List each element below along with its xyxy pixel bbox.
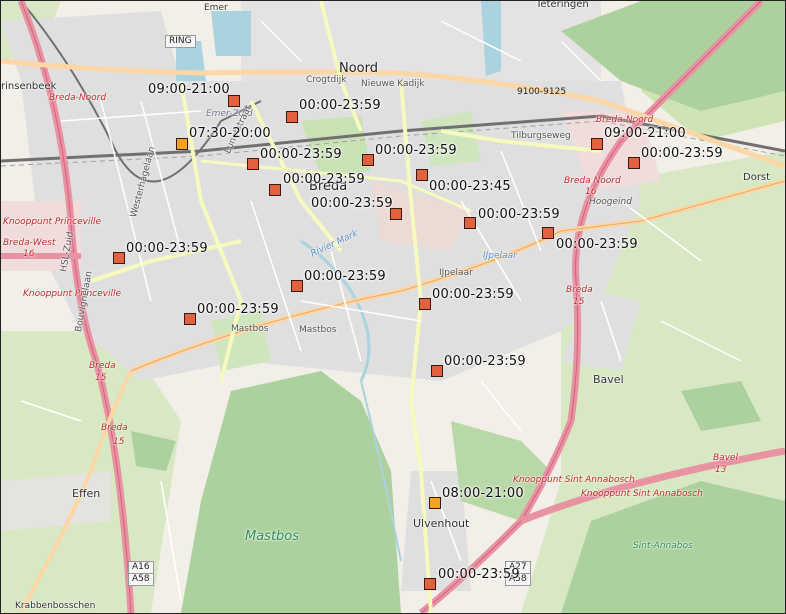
junction-number-16-north: 16 bbox=[585, 187, 597, 197]
shop-marker[interactable] bbox=[419, 298, 431, 310]
opening-hours-label: 00:00-23:59 bbox=[197, 302, 279, 317]
road-label-ijpelaar-2: IJpelaar bbox=[483, 251, 517, 261]
shop-marker[interactable] bbox=[628, 157, 640, 169]
junction-label-breda-noord-right: Breda-Noord bbox=[596, 115, 654, 125]
opening-hours-label: 00:00-23:59 bbox=[283, 172, 365, 187]
shop-marker[interactable] bbox=[424, 578, 436, 590]
shop-marker[interactable] bbox=[113, 252, 125, 264]
place-label-ulvenhout: Ulvenhout bbox=[413, 517, 470, 530]
opening-hours-label: 00:00-23:59 bbox=[556, 237, 638, 252]
road-shield-a58: A58 bbox=[128, 573, 154, 586]
shop-marker[interactable] bbox=[269, 184, 281, 196]
road-label-nieuwe-kadijk: Nieuwe Kadijk bbox=[361, 79, 425, 89]
shop-marker[interactable] bbox=[362, 154, 374, 166]
opening-hours-label: 00:00-23:45 bbox=[429, 179, 511, 194]
opening-hours-label: 00:00-23:59 bbox=[438, 567, 520, 582]
junction-label-knooppunt-sint-annabosch-2: Knooppunt Sint Annabosch bbox=[581, 489, 703, 499]
opening-hours-label: 08:00-21:00 bbox=[442, 486, 524, 501]
place-label-bavel: Bavel bbox=[593, 373, 624, 386]
shop-marker[interactable] bbox=[291, 280, 303, 292]
opening-hours-label: 07:30-20:00 bbox=[189, 126, 271, 141]
forest-label-sint-annabos: Sint-Annabos bbox=[633, 541, 693, 551]
junction-number-16-west: 16 bbox=[23, 249, 35, 259]
junction-label-breda-noord-left: Breda-Noord bbox=[49, 93, 107, 103]
place-label-teteringen: Teteringen bbox=[536, 0, 589, 10]
opening-hours-label: 00:00-23:59 bbox=[375, 143, 457, 158]
opening-hours-label: 00:00-23:59 bbox=[432, 287, 514, 302]
place-label-dorst: Dorst bbox=[743, 172, 771, 183]
road-shield-ring: RING bbox=[165, 35, 196, 48]
shop-marker[interactable] bbox=[431, 365, 443, 377]
junction-label-bavel: Bavel bbox=[713, 453, 739, 463]
junction-label-knooppunt-princeville-2: Knooppunt Princeville bbox=[23, 289, 122, 299]
place-label-effen: Effen bbox=[72, 487, 101, 500]
road-label-ijpelaar: IJpelaar bbox=[439, 268, 473, 278]
shop-marker[interactable] bbox=[464, 217, 476, 229]
junction-label-breda-left: Breda bbox=[89, 361, 116, 371]
road-label-mastbos: Mastbos bbox=[231, 324, 269, 334]
opening-hours-label: 09:00-21:00 bbox=[148, 82, 230, 97]
junction-number-15-left: 15 bbox=[113, 437, 125, 447]
fuel-marker[interactable] bbox=[429, 497, 441, 509]
junction-number-13: 13 bbox=[715, 465, 727, 475]
shop-marker[interactable] bbox=[286, 111, 298, 123]
opening-hours-label: 00:00-23:59 bbox=[444, 354, 526, 369]
opening-hours-label: 00:00-23:59 bbox=[299, 98, 381, 113]
opening-hours-label: 00:00-23:59 bbox=[304, 269, 386, 284]
fuel-marker[interactable] bbox=[176, 138, 188, 150]
road-label-crogtdijk: Crogtdijk bbox=[306, 75, 347, 85]
place-label-emer: Emer bbox=[204, 3, 228, 13]
opening-hours-label: 00:00-23:59 bbox=[311, 196, 393, 211]
place-label-prinsenbeek: rinsenbeek bbox=[1, 81, 57, 92]
road-label-tilburgseweg: Tilburgseweg bbox=[511, 131, 571, 141]
district-label-hoogeind: Hoogeind bbox=[589, 197, 632, 207]
forest-label-mastbos: Mastbos bbox=[245, 529, 300, 544]
junction-label-knooppunt-princeville: Knooppunt Princeville bbox=[3, 217, 102, 227]
road-label-ring-code: 9100-9125 bbox=[517, 87, 567, 97]
junction-label-knooppunt-sint-annabosch: Knooppunt Sint Annabosch bbox=[513, 475, 635, 485]
junction-label-breda-noord-16: Breda Noord bbox=[564, 176, 621, 186]
junction-number-15-right: 15 bbox=[573, 297, 585, 307]
opening-hours-label: 00:00-23:59 bbox=[126, 241, 208, 256]
place-label-krabbenbosschen: Krabbenbosschen bbox=[15, 601, 96, 611]
opening-hours-label: 00:00-23:59 bbox=[641, 146, 723, 161]
opening-hours-label: 00:00-23:59 bbox=[260, 147, 342, 162]
opening-hours-label: 09:00-21:00 bbox=[604, 126, 686, 141]
shop-marker[interactable] bbox=[542, 227, 554, 239]
junction-label-breda-left-2: Breda bbox=[101, 423, 128, 433]
place-label-noord: Noord bbox=[339, 61, 378, 76]
road-label-mastbos-2: Mastbos bbox=[299, 325, 337, 335]
opening-hours-label: 00:00-23:59 bbox=[478, 207, 560, 222]
junction-number-15-left-2: 15 bbox=[95, 373, 107, 383]
map-basemap bbox=[1, 1, 785, 613]
junction-label-breda-15: Breda bbox=[566, 285, 593, 295]
junction-label-breda-west: Breda-West bbox=[3, 238, 56, 248]
shop-marker[interactable] bbox=[416, 169, 428, 181]
map-canvas[interactable]: Emer Teteringen Noord rinsenbeek Breda-N… bbox=[0, 0, 786, 614]
shop-marker[interactable] bbox=[591, 138, 603, 150]
shop-marker[interactable] bbox=[184, 313, 196, 325]
shop-marker[interactable] bbox=[247, 158, 259, 170]
